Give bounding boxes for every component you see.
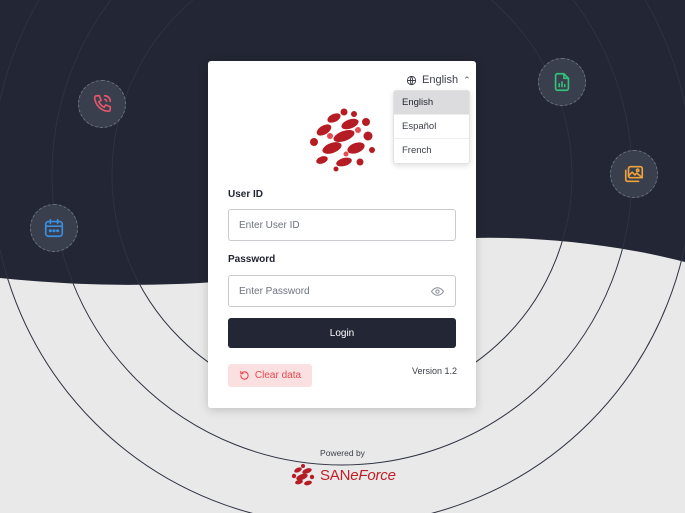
version-text: Version 1.2: [412, 366, 458, 376]
language-current: English: [422, 74, 459, 86]
language-option-french[interactable]: French: [394, 139, 469, 163]
calendar-icon: [30, 204, 78, 252]
language-selector[interactable]: English ⌃: [406, 72, 471, 88]
clear-data-button[interactable]: Clear data: [228, 364, 312, 387]
brand-logo: SANeForce: [290, 462, 396, 488]
refresh-icon: [240, 370, 249, 380]
company-logo: [310, 108, 375, 172]
globe-icon: [406, 75, 417, 85]
password-label: Password: [228, 254, 276, 265]
brand-name: SANeForce: [320, 466, 396, 484]
user-id-input[interactable]: [239, 219, 419, 231]
image-gallery-icon: [610, 150, 658, 198]
password-input[interactable]: [239, 285, 419, 297]
chevron-up-icon: ⌃: [463, 74, 471, 85]
user-id-field[interactable]: [228, 209, 456, 241]
user-id-label: User ID: [228, 189, 264, 200]
brand-mark-icon: [291, 464, 315, 486]
powered-by-text: Powered by: [320, 448, 365, 458]
language-option-english[interactable]: English: [394, 91, 469, 115]
login-button[interactable]: Login: [228, 318, 456, 348]
password-field[interactable]: [228, 275, 456, 307]
document-chart-icon: [538, 58, 586, 106]
eye-icon[interactable]: [431, 286, 444, 297]
language-option-espanol[interactable]: Español: [394, 115, 469, 139]
phone-call-icon: [78, 80, 126, 128]
clear-data-label: Clear data: [254, 370, 302, 381]
language-dropdown: English Español French: [393, 90, 470, 164]
